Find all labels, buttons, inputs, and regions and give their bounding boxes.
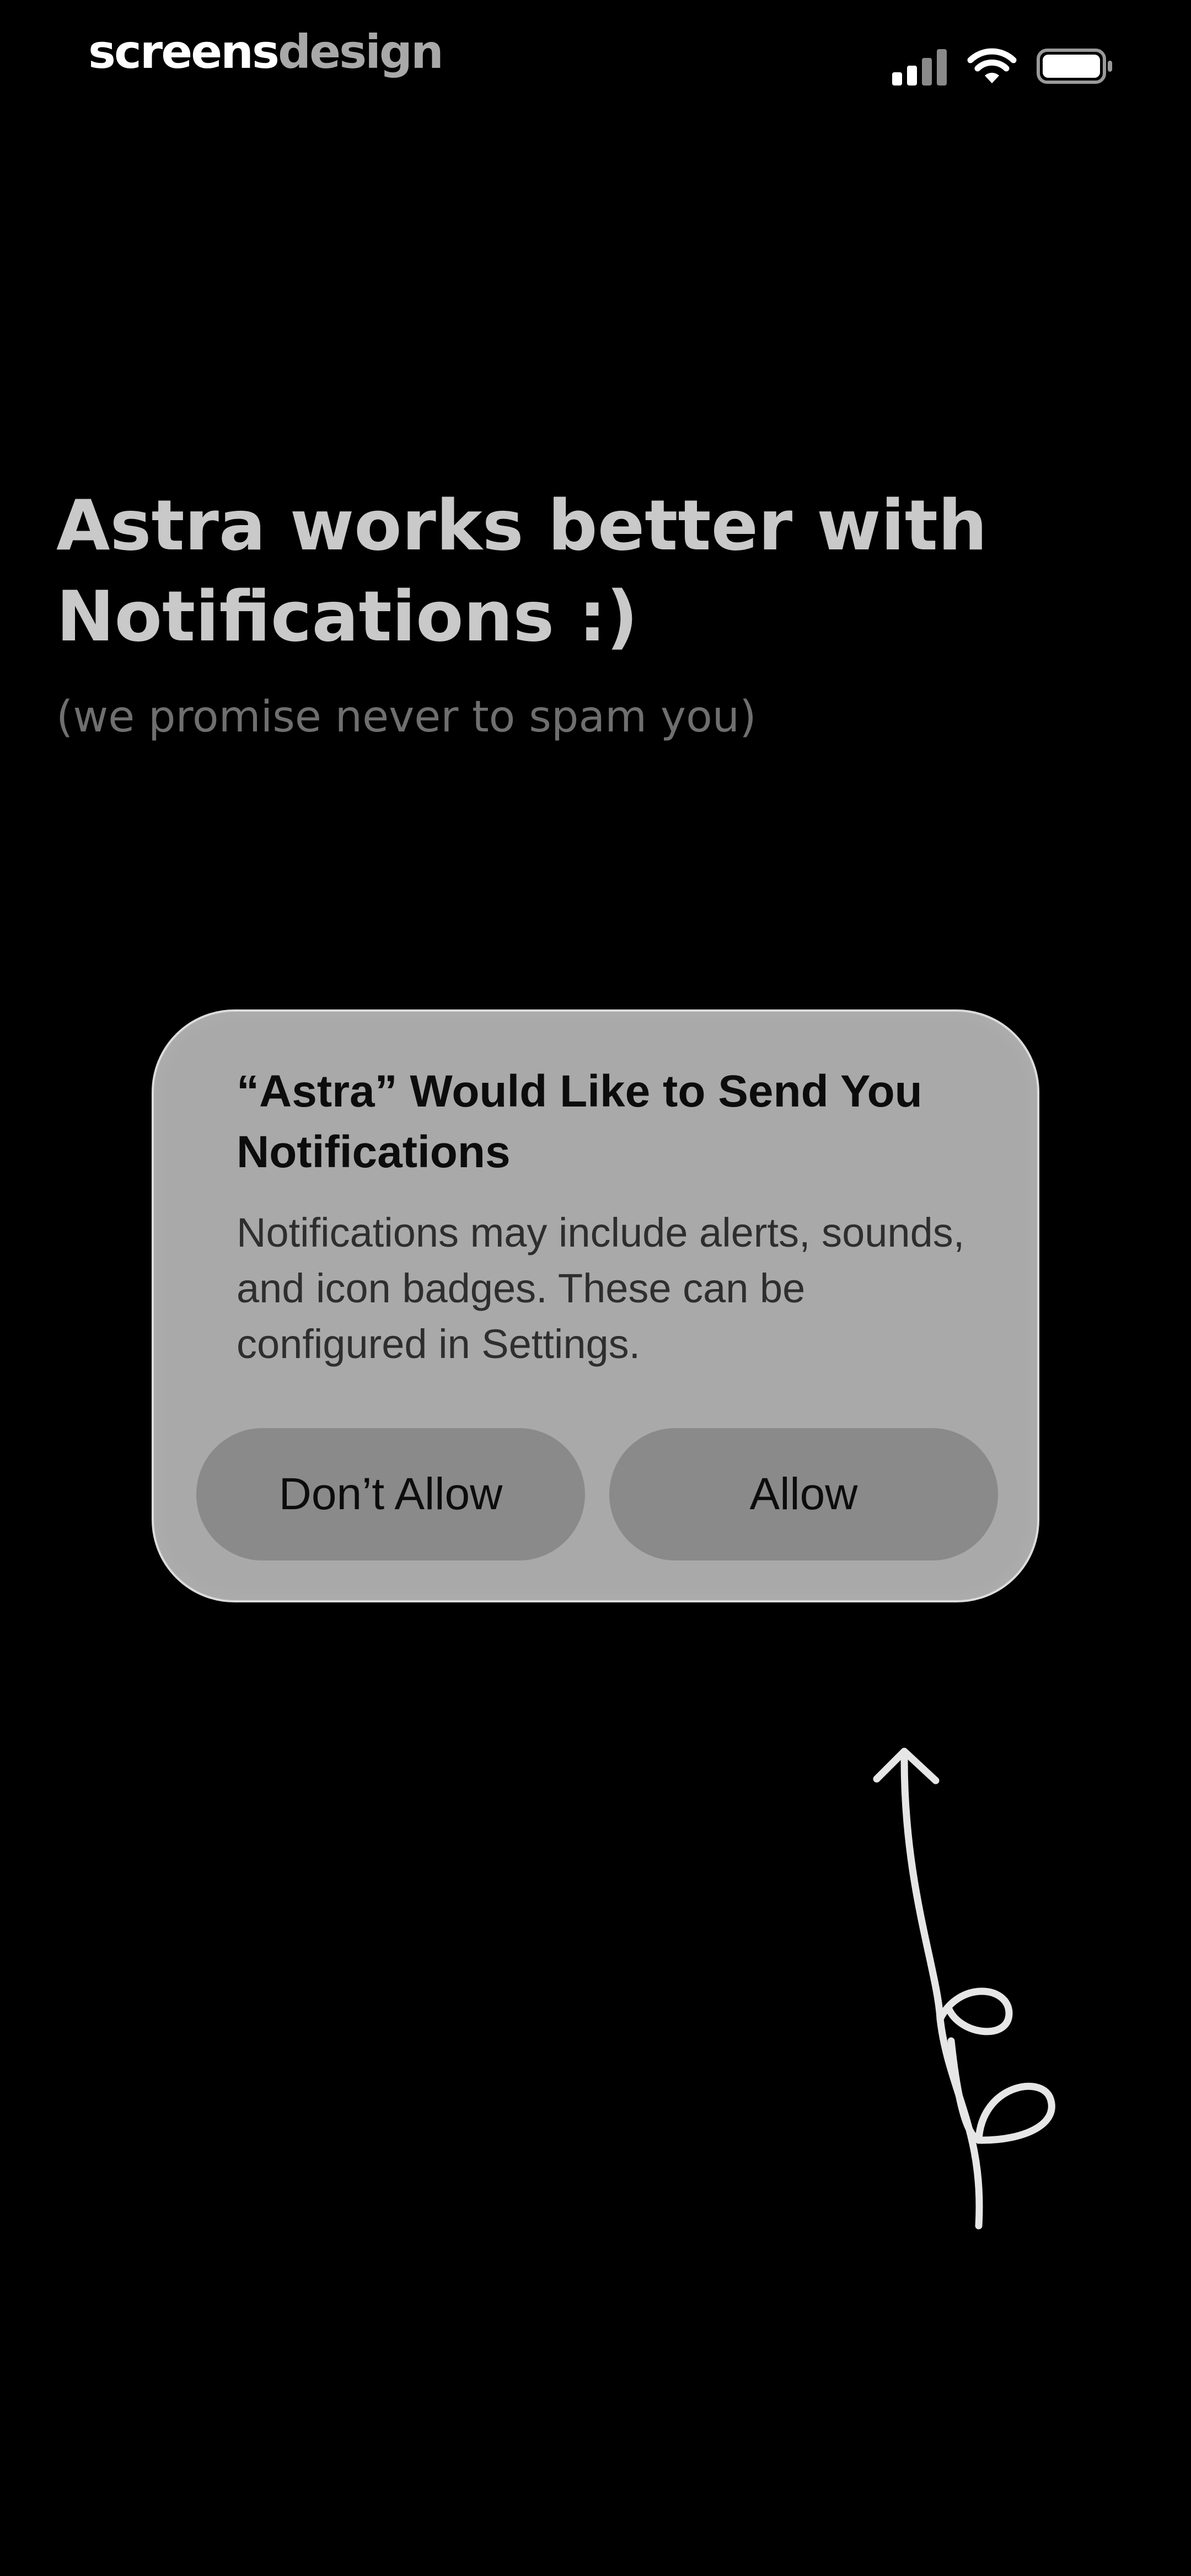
allow-button[interactable]: Allow	[609, 1428, 998, 1560]
alert-title: “Astra” Would Like to Send You Notificat…	[237, 1066, 922, 1177]
page-title: Astra works better with Notifications :)	[56, 485, 988, 657]
status-bar: screensdesign	[0, 0, 1191, 110]
wifi-icon	[967, 47, 1017, 88]
battery-icon	[1037, 47, 1114, 88]
brand-logo: screensdesign	[88, 24, 444, 79]
brand-logo-part2: design	[277, 25, 444, 79]
notification-permission-alert: “Astra” Would Like to Send You Notificat…	[152, 1009, 1039, 1602]
page-subtitle: (we promise never to spam you)	[56, 692, 757, 742]
brand-logo-part1: screens	[88, 25, 280, 79]
dont-allow-button[interactable]: Don’t Allow	[196, 1428, 585, 1560]
status-icons	[892, 45, 1114, 89]
cellular-signal-icon	[892, 47, 947, 88]
alert-message: Notifications may include alerts, sounds…	[237, 1210, 965, 1367]
